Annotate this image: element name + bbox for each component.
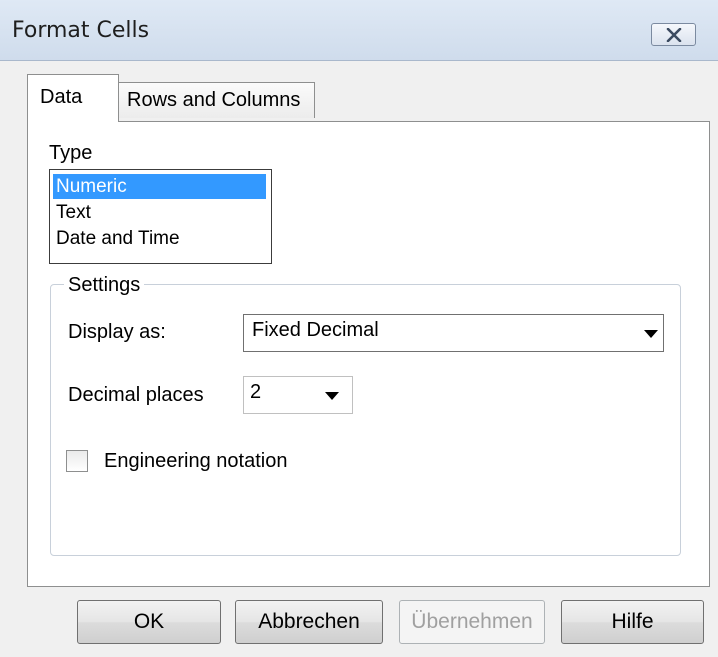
type-option-numeric[interactable]: Numeric [53,174,266,199]
format-cells-dialog: Format Cells Rows and Columns Data Type … [0,0,718,657]
apply-button[interactable]: Übernehmen [399,600,545,644]
engineering-notation-checkbox[interactable] [66,450,88,472]
type-option-text[interactable]: Text [53,200,266,225]
decimal-places-label: Decimal places [68,384,204,406]
display-as-label: Display as: [68,321,166,343]
close-icon [666,28,682,42]
engineering-notation-label: Engineering notation [104,450,288,472]
display-as-value: Fixed Decimal [252,319,379,341]
help-button[interactable]: Hilfe [561,600,704,644]
tab-data[interactable]: Data [27,74,119,122]
ok-button[interactable]: OK [77,600,221,644]
tab-rows-and-columns-label: Rows and Columns [127,89,301,111]
tab-rows-and-columns[interactable]: Rows and Columns [118,82,315,118]
type-option-date-and-time[interactable]: Date and Time [53,226,266,251]
decimal-places-value: 2 [250,381,262,403]
type-label: Type [49,142,93,164]
close-button[interactable] [651,23,696,46]
settings-legend: Settings [64,274,145,297]
decimal-places-dropdown[interactable]: 2 [243,376,353,414]
display-as-dropdown[interactable]: Fixed Decimal [243,314,664,352]
chevron-down-icon [644,330,658,338]
window-title: Format Cells [12,18,150,43]
tab-data-label: Data [40,86,83,108]
title-bar: Format Cells [0,0,718,61]
chevron-down-icon [325,392,339,400]
type-listbox[interactable]: Numeric Text Date and Time [49,169,272,264]
cancel-button[interactable]: Abbrechen [235,600,383,644]
